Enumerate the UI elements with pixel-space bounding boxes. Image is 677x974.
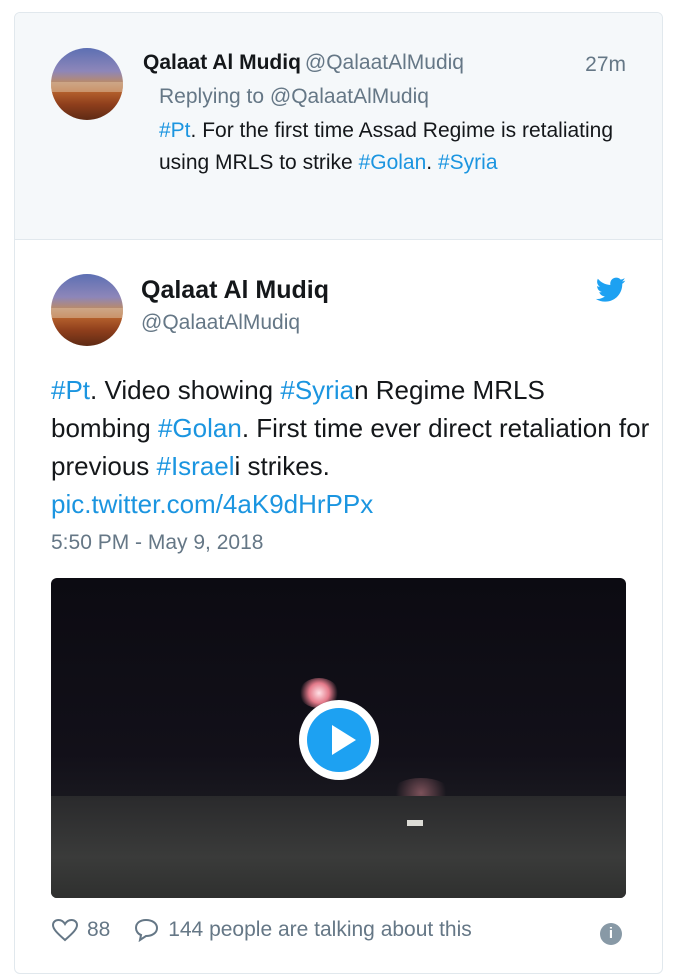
play-icon: [332, 725, 356, 755]
hashtag-link[interactable]: #Pt: [51, 375, 90, 405]
media-link[interactable]: pic.twitter.com/4aK9dHrPPx: [51, 489, 373, 519]
tweet-text-segment: . Video showing: [90, 375, 281, 405]
parent-tweet-header: Qalaat Al Mudiq @QalaatAlMudiq: [143, 51, 464, 75]
replying-to[interactable]: Replying to @QalaatAlMudiq: [159, 85, 429, 109]
info-icon[interactable]: i: [600, 923, 622, 945]
video-frame-ground: [51, 796, 626, 898]
parent-tweet[interactable]: Qalaat Al Mudiq @QalaatAlMudiq 27m Replyi…: [15, 13, 662, 240]
main-tweet-text: #Pt. Video showing #Syrian Regime MRLS b…: [51, 371, 651, 523]
avatar[interactable]: [51, 48, 123, 120]
tweet-text-segment: i strikes.: [234, 451, 330, 481]
heart-icon: [51, 918, 79, 942]
tweet-time[interactable]: 27m: [585, 53, 626, 77]
author-name[interactable]: Qalaat Al Mudiq: [141, 276, 329, 305]
author-handle[interactable]: @QalaatAlMudiq: [141, 311, 300, 335]
tweet-embed-card: Qalaat Al Mudiq @QalaatAlMudiq 27m Replyi…: [14, 12, 663, 974]
hashtag-link[interactable]: #Syria: [280, 375, 354, 405]
tweet-timestamp[interactable]: 5:50 PM - May 9, 2018: [51, 531, 263, 555]
play-button[interactable]: [299, 700, 379, 780]
talking-count: 144 people are talking about this: [168, 918, 472, 941]
author-name[interactable]: Qalaat Al Mudiq: [143, 51, 301, 74]
tweet-footer: 88 144 people are talking about this: [51, 918, 488, 948]
avatar[interactable]: [51, 274, 123, 346]
hashtag-link[interactable]: #Syria: [438, 151, 498, 174]
video-frame-light: [407, 820, 423, 826]
like-count: 88: [87, 918, 111, 941]
tweet-text-segment: .: [426, 151, 438, 174]
hashtag-link[interactable]: #Golan: [359, 151, 427, 174]
twitter-bird-icon[interactable]: [596, 277, 626, 303]
comment-action[interactable]: 144 people are talking about this: [132, 918, 472, 942]
hashtag-link[interactable]: #Israel: [157, 451, 235, 481]
author-handle[interactable]: @QalaatAlMudiq: [305, 51, 464, 74]
hashtag-link[interactable]: #Pt: [159, 119, 191, 142]
like-action[interactable]: 88: [51, 918, 110, 942]
hashtag-link[interactable]: #Golan: [158, 413, 242, 443]
video-player[interactable]: [51, 578, 626, 898]
parent-tweet-text: #Pt. For the first time Assad Regime is …: [159, 115, 629, 179]
comment-icon: [135, 918, 159, 942]
